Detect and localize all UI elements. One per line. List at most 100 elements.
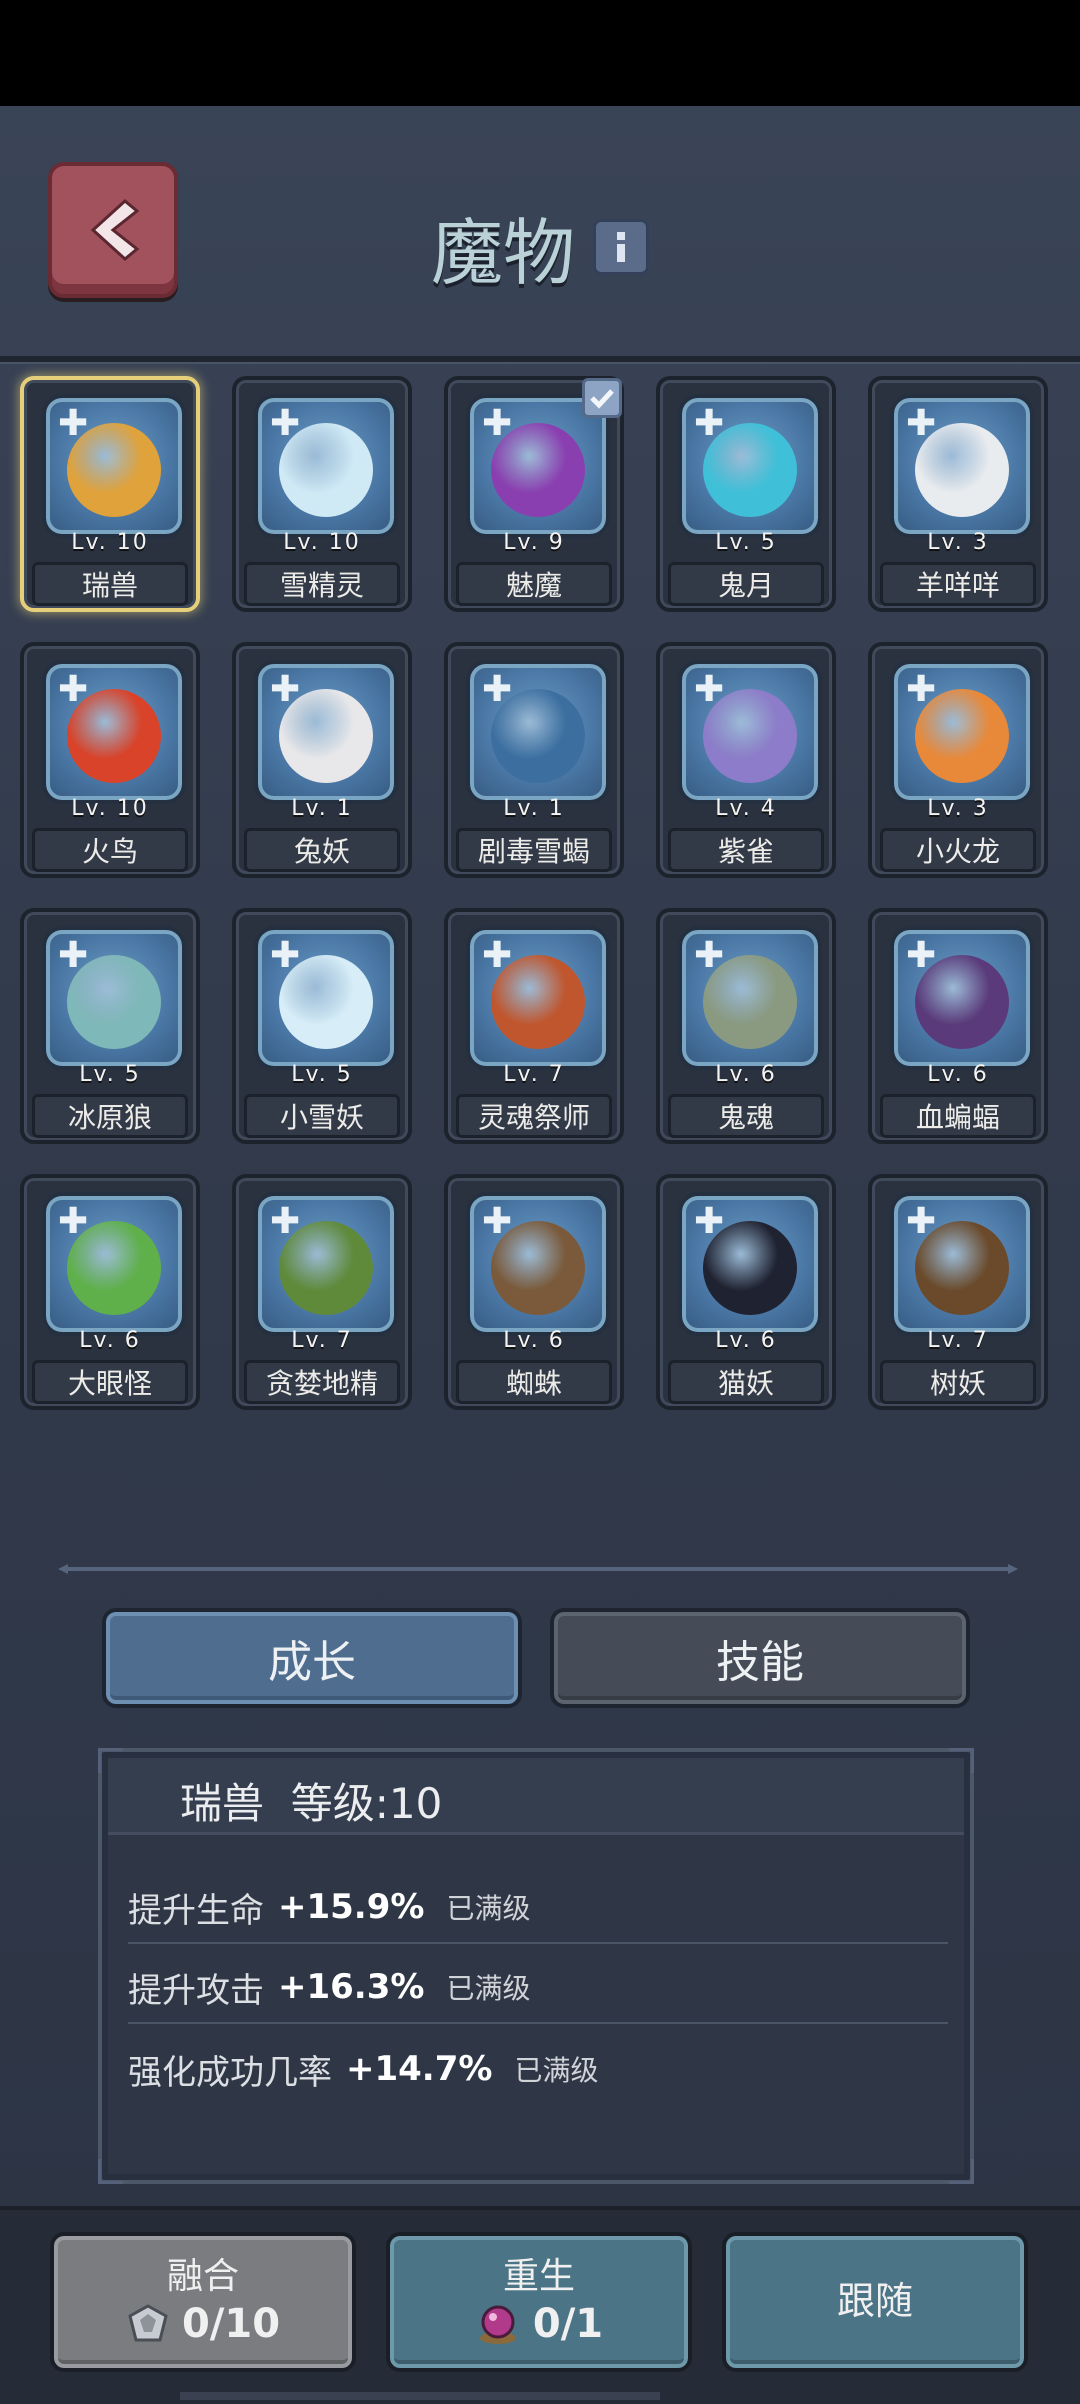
stat-status: 已满级 bbox=[514, 2054, 599, 2087]
tab-skill-label: 技能 bbox=[716, 1637, 804, 1688]
stat-row-hp: 提升生命 +15.9% 已满级 bbox=[128, 1872, 948, 1944]
stat-status: 已满级 bbox=[446, 1972, 531, 2005]
stat-row-enhance: 强化成功几率 +14.7% 已满级 bbox=[128, 2034, 948, 2104]
plus-icon: ✚ bbox=[694, 935, 725, 976]
monster-level: Lv. 6 bbox=[715, 1328, 777, 1353]
monster-level: Lv. 4 bbox=[715, 796, 777, 821]
monster-name: 雪精灵 bbox=[244, 562, 400, 606]
monster-level: Lv. 1 bbox=[503, 796, 565, 821]
monster-level: Lv. 10 bbox=[71, 796, 149, 821]
fuse-button[interactable]: 融合 0/10 bbox=[50, 2232, 356, 2372]
bottom-action-bar: 融合 0/10 重生 0/1 跟随 bbox=[0, 2206, 1080, 2404]
plus-icon: ✚ bbox=[906, 935, 937, 976]
monster-name: 冰原狼 bbox=[32, 1094, 188, 1138]
monster-card[interactable]: ✚ Lv. 9 魅魔 bbox=[444, 376, 624, 612]
monster-portrait: ✚ bbox=[678, 394, 822, 538]
stat-value: +14.7% bbox=[346, 2049, 493, 2089]
info-icon[interactable] bbox=[593, 218, 649, 275]
follow-button[interactable]: 跟随 bbox=[722, 2232, 1028, 2372]
monster-level: Lv. 10 bbox=[71, 530, 149, 555]
monster-portrait: ✚ bbox=[254, 660, 398, 804]
monster-card[interactable]: ✚ Lv. 5 鬼月 bbox=[656, 376, 836, 612]
stat-row-attack: 提升攻击 +16.3% 已满级 bbox=[128, 1952, 948, 2024]
monster-level: Lv. 5 bbox=[715, 530, 777, 555]
panel-corner bbox=[98, 2159, 123, 2184]
plus-icon: ✚ bbox=[694, 669, 725, 710]
monster-name: 小火龙 bbox=[880, 828, 1036, 872]
monster-name: 灵魂祭师 bbox=[456, 1094, 612, 1138]
monster-card[interactable]: ✚ Lv. 10 雪精灵 bbox=[232, 376, 412, 612]
plus-icon: ✚ bbox=[270, 1201, 301, 1242]
monster-card[interactable]: ✚ Lv. 6 血蝙蝠 bbox=[868, 908, 1048, 1144]
monster-card[interactable]: ✚ Lv. 3 小火龙 bbox=[868, 642, 1048, 878]
stat-label: 提升攻击 bbox=[128, 1970, 264, 2011]
monster-portrait: ✚ bbox=[42, 1192, 186, 1336]
monster-level: Lv. 6 bbox=[927, 1062, 989, 1087]
monster-card[interactable]: ✚ Lv. 3 羊咩咩 bbox=[868, 376, 1048, 612]
monster-card[interactable]: ✚ Lv. 10 瑞兽 bbox=[20, 376, 200, 612]
monster-name: 大眼怪 bbox=[32, 1360, 188, 1404]
follow-label: 跟随 bbox=[836, 2279, 913, 2324]
monster-name: 剧毒雪蝎 bbox=[456, 828, 612, 872]
monster-portrait: ✚ bbox=[466, 660, 610, 804]
monster-name: 血蝙蝠 bbox=[880, 1094, 1036, 1138]
plus-icon: ✚ bbox=[906, 1201, 937, 1242]
monster-name: 兔妖 bbox=[244, 828, 400, 872]
home-indicator bbox=[180, 2392, 660, 2400]
plus-icon: ✚ bbox=[270, 669, 301, 710]
monster-card[interactable]: ✚ Lv. 5 冰原狼 bbox=[20, 908, 200, 1144]
monster-portrait: ✚ bbox=[466, 1192, 610, 1336]
monster-name: 猫妖 bbox=[668, 1360, 824, 1404]
monster-card[interactable]: ✚ Lv. 5 小雪妖 bbox=[232, 908, 412, 1144]
monster-card[interactable]: ✚ Lv. 7 灵魂祭师 bbox=[444, 908, 624, 1144]
monster-level: Lv. 6 bbox=[503, 1328, 565, 1353]
monster-card[interactable]: ✚ Lv. 7 贪婪地精 bbox=[232, 1174, 412, 1410]
monster-card[interactable]: ✚ Lv. 7 树妖 bbox=[868, 1174, 1048, 1410]
monster-name: 蜘蛛 bbox=[456, 1360, 612, 1404]
tab-growth[interactable]: 成长 bbox=[102, 1608, 522, 1708]
monster-level: Lv. 3 bbox=[927, 530, 989, 555]
rebirth-count: 0/1 bbox=[532, 2300, 604, 2347]
stat-label: 强化成功几率 bbox=[128, 2052, 332, 2093]
monster-card[interactable]: ✚ Lv. 4 紫雀 bbox=[656, 642, 836, 878]
fuse-label: 融合 bbox=[166, 2256, 239, 2298]
stat-value: +15.9% bbox=[278, 1887, 425, 1927]
monster-name: 魅魔 bbox=[456, 562, 612, 606]
plus-icon: ✚ bbox=[58, 1201, 89, 1242]
panel-corner bbox=[949, 2159, 974, 2184]
monster-card[interactable]: ✚ Lv. 1 剧毒雪蝎 bbox=[444, 642, 624, 878]
plus-icon: ✚ bbox=[482, 1201, 513, 1242]
checkmark-icon bbox=[582, 378, 622, 418]
monster-card[interactable]: ✚ Lv. 1 兔妖 bbox=[232, 642, 412, 878]
monster-card[interactable]: ✚ Lv. 6 大眼怪 bbox=[20, 1174, 200, 1410]
header: 魔物 bbox=[0, 106, 1080, 356]
monster-portrait: ✚ bbox=[42, 660, 186, 804]
monster-name: 鬼魂 bbox=[668, 1094, 824, 1138]
monster-portrait: ✚ bbox=[254, 394, 398, 538]
monster-card[interactable]: ✚ Lv. 6 蜘蛛 bbox=[444, 1174, 624, 1410]
monster-card[interactable]: ✚ Lv. 10 火鸟 bbox=[20, 642, 200, 878]
plus-icon: ✚ bbox=[694, 403, 725, 444]
monster-card[interactable]: ✚ Lv. 6 鬼魂 bbox=[656, 908, 836, 1144]
monster-portrait: ✚ bbox=[678, 1192, 822, 1336]
stat-label: 提升生命 bbox=[128, 1890, 264, 1931]
monster-name: 树妖 bbox=[880, 1360, 1036, 1404]
monster-portrait: ✚ bbox=[466, 926, 610, 1070]
monster-portrait: ✚ bbox=[678, 926, 822, 1070]
plus-icon: ✚ bbox=[58, 935, 89, 976]
monster-level: Lv. 7 bbox=[503, 1062, 565, 1087]
rebirth-button[interactable]: 重生 0/1 bbox=[386, 2232, 692, 2372]
plus-icon: ✚ bbox=[58, 403, 89, 444]
monster-portrait: ✚ bbox=[678, 660, 822, 804]
monster-portrait: ✚ bbox=[890, 1192, 1034, 1336]
plus-icon: ✚ bbox=[482, 935, 513, 976]
monster-level: Lv. 5 bbox=[79, 1062, 141, 1087]
tab-skill[interactable]: 技能 bbox=[550, 1608, 970, 1708]
monster-name: 紫雀 bbox=[668, 828, 824, 872]
monster-portrait: ✚ bbox=[890, 394, 1034, 538]
monster-card[interactable]: ✚ Lv. 6 猫妖 bbox=[656, 1174, 836, 1410]
monster-name: 鬼月 bbox=[668, 562, 824, 606]
fuse-count: 0/10 bbox=[181, 2300, 281, 2347]
section-divider bbox=[58, 1564, 1018, 1574]
monster-level: Lv. 9 bbox=[503, 530, 565, 555]
